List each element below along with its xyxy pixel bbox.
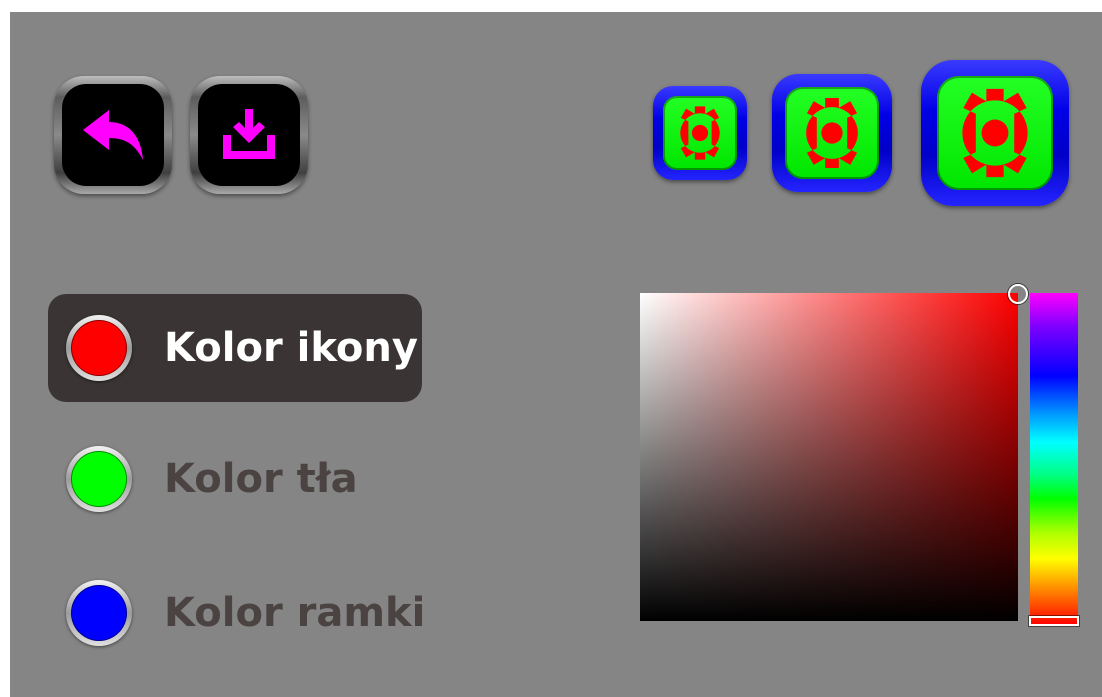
- main-panel: Kolor ikony Kolor tła Kolor ramki: [10, 12, 1102, 697]
- frame-color-swatch: [71, 585, 127, 641]
- swatch-ring: [66, 446, 132, 512]
- swatch-ring: [66, 315, 132, 381]
- option-background-color[interactable]: Kolor tła: [48, 425, 422, 533]
- gear-icon: [806, 98, 858, 168]
- option-label: Kolor ikony: [164, 325, 418, 371]
- preview-medium-button[interactable]: [772, 74, 892, 192]
- preview-small-button[interactable]: [653, 86, 747, 180]
- saturation-value-handle[interactable]: [1008, 284, 1028, 304]
- save-button[interactable]: [190, 76, 308, 194]
- option-label: Kolor ramki: [164, 590, 426, 636]
- option-frame-color[interactable]: Kolor ramki: [48, 559, 426, 667]
- hue-slider-handle[interactable]: [1029, 616, 1079, 626]
- background-color-swatch: [71, 451, 127, 507]
- saturation-value-picker[interactable]: [640, 293, 1018, 621]
- gear-icon: [962, 88, 1028, 178]
- swatch-ring: [66, 580, 132, 646]
- hue-slider[interactable]: [1030, 293, 1078, 625]
- back-arrow-icon: [83, 110, 143, 160]
- option-icon-color[interactable]: Kolor ikony: [48, 294, 422, 402]
- download-icon: [223, 109, 275, 159]
- icon-color-swatch: [71, 320, 127, 376]
- back-button[interactable]: [54, 76, 172, 194]
- preview-large-button[interactable]: [921, 60, 1069, 206]
- option-label: Kolor tła: [164, 456, 358, 502]
- gear-icon: [680, 106, 720, 160]
